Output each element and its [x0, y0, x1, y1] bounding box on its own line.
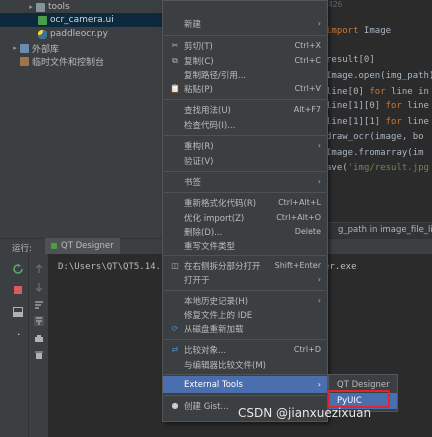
tree-item-label: 外部库	[32, 44, 60, 55]
python-file-icon	[38, 29, 47, 39]
tree-item-external-libs[interactable]: ▸ 外部库	[0, 41, 172, 55]
up-arrow-icon[interactable]	[34, 264, 44, 274]
submenu-arrow-icon: ›	[317, 275, 321, 284]
menu-item-bookmarks[interactable]: 书签 ›	[163, 173, 327, 190]
tree-item-label: 临时文件和控制台	[32, 57, 105, 68]
code-line: line[1][0] for line	[326, 101, 429, 111]
code-line: ave('img/result.jpg	[326, 163, 429, 173]
code-line: line[1][1] for line	[326, 117, 429, 127]
separator	[164, 339, 326, 340]
menu-item-inspect-code[interactable]: 检查代码(I)...	[163, 116, 327, 133]
line-number: 426	[328, 0, 343, 9]
copy-icon: ⧉	[172, 55, 178, 65]
project-tree: ▸ tools ocr_camera.ui paddleocr.py ▸ 外部库…	[0, 0, 200, 78]
split-view-icon: ◫	[171, 261, 179, 270]
expand-arrow-icon[interactable]: ▸	[26, 3, 36, 11]
run-toolbar	[0, 254, 28, 437]
down-arrow-icon[interactable]	[34, 282, 44, 292]
separator	[164, 99, 326, 100]
menu-item-external-tools[interactable]: External Tools ›	[163, 376, 327, 393]
menu-item-compare-with-editor[interactable]: 与编辑器比较文件(M)	[163, 356, 327, 373]
stop-icon[interactable]	[13, 285, 23, 295]
submenu-arrow-icon: ›	[317, 177, 321, 186]
tree-item-label: paddleocr.py	[50, 29, 108, 39]
watermark: CSDN @jianxuezixuan	[238, 406, 372, 420]
separator	[164, 35, 326, 36]
library-icon	[20, 43, 29, 53]
code-line: result[0]	[326, 55, 375, 65]
scissors-icon: ✂	[171, 41, 179, 50]
trash-icon[interactable]	[34, 350, 44, 360]
console-line: D:\Users\QT\QT5.14.	[58, 262, 161, 272]
pin-icon[interactable]	[13, 330, 23, 340]
submenu-arrow-icon: ›	[317, 296, 321, 305]
menu-item-open-in[interactable]: 打开于 ›	[163, 271, 327, 288]
github-icon: ●	[171, 401, 179, 410]
project-tree-empty	[0, 78, 162, 238]
expand-arrow-icon[interactable]: ▸	[10, 44, 20, 52]
tree-item-scratches[interactable]: 临时文件和控制台	[0, 54, 182, 68]
code-line: line[0] for line in	[326, 87, 429, 97]
print-icon[interactable]	[34, 334, 44, 344]
separator	[164, 255, 326, 256]
context-menu: 新建 › ✂ 剪切(T) Ctrl+X ⧉ 复制(C) Ctrl+C 复制路径/引用...…	[162, 0, 328, 422]
menu-item-override-file-type[interactable]: 重写文件类型	[163, 237, 327, 254]
breadcrumb[interactable]: g_path in image_file_list	[338, 225, 432, 235]
separator	[164, 290, 326, 291]
tree-item-label: ocr_camera.ui	[50, 15, 114, 25]
code-line: Image.open(img_path)	[326, 71, 432, 81]
console-line-tail: er.exe	[324, 262, 357, 272]
layout-icon[interactable]	[13, 307, 23, 317]
soft-wrap-icon[interactable]	[34, 300, 44, 310]
compare-icon: ⇄	[171, 345, 179, 354]
separator	[164, 395, 326, 396]
separator	[164, 192, 326, 193]
run-config-icon	[51, 243, 57, 249]
menu-item-new[interactable]: 新建 ›	[163, 15, 327, 32]
scratch-icon	[20, 56, 29, 66]
tree-item-label: tools	[48, 2, 70, 12]
rerun-icon[interactable]	[13, 264, 23, 274]
code-line: import Image	[326, 26, 392, 36]
separator	[164, 135, 326, 136]
menu-item-paste[interactable]: 📋 粘贴(P) Ctrl+V	[163, 80, 327, 97]
console-toolbar	[28, 254, 49, 437]
menu-item-validate[interactable]: 验证(V)	[163, 152, 327, 169]
run-label: 运行:	[12, 244, 32, 254]
scroll-to-end-icon[interactable]	[34, 316, 44, 326]
code-line: draw_ocr(image, bo	[326, 132, 424, 142]
submenu-arrow-icon: ›	[317, 19, 321, 28]
menu-item-reload-from-disk[interactable]: ⟳ 从磁盘重新加载	[163, 320, 327, 337]
submenu-arrow-icon: ›	[317, 141, 321, 150]
code-line: Image.fromarray(im	[326, 148, 424, 158]
separator	[164, 374, 326, 375]
tree-item-tools[interactable]: ▸ tools	[0, 0, 188, 14]
paste-icon: 📋	[170, 84, 180, 93]
run-tab-label: QT Designer	[61, 241, 114, 251]
submenu-arrow-icon: ›	[317, 380, 321, 389]
reload-icon: ⟳	[171, 324, 179, 333]
folder-icon	[36, 2, 45, 12]
ui-file-icon	[38, 15, 47, 25]
separator	[164, 171, 326, 172]
